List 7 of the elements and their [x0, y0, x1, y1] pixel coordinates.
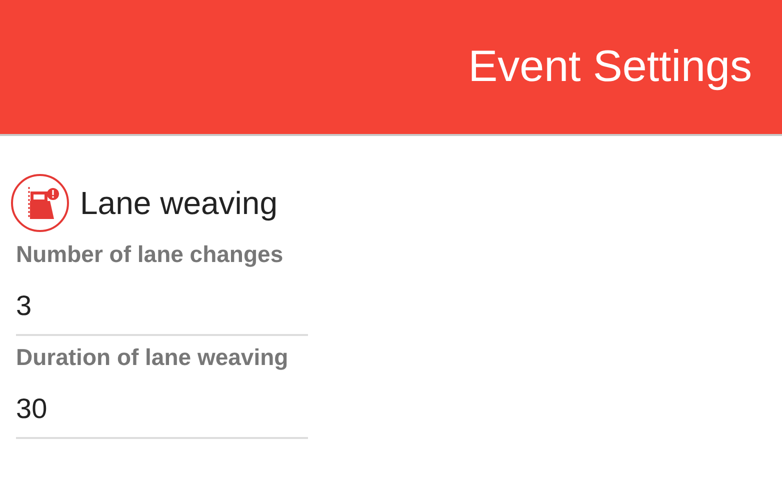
- input-field[interactable]: 30: [16, 389, 308, 439]
- input-field[interactable]: 3: [16, 286, 308, 336]
- field-label: Number of lane changes: [16, 241, 284, 268]
- field-label: Duration of lane weaving: [16, 344, 290, 371]
- page-title: Event Settings: [468, 42, 752, 92]
- truck-warning-icon: [10, 173, 70, 233]
- event-name: Lane weaving: [80, 184, 278, 222]
